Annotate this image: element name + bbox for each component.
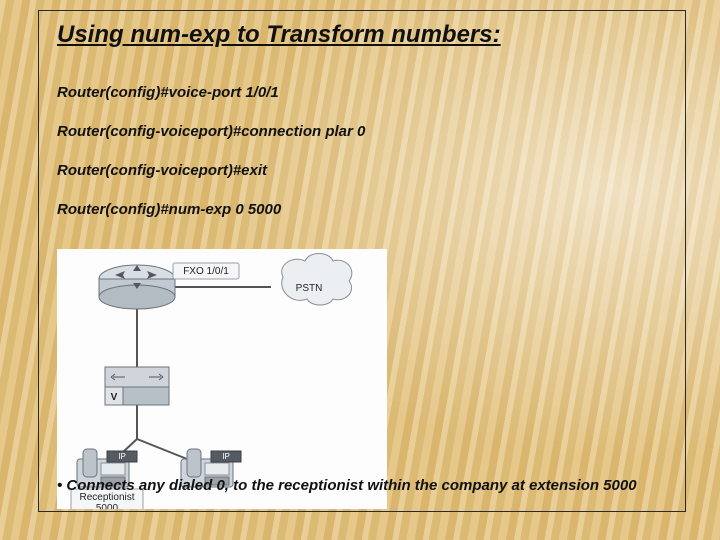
pstn-label: PSTN — [296, 283, 323, 294]
voice-switch-icon: V — [105, 367, 169, 405]
cli-line: Router(config-voiceport)#connection plar… — [57, 122, 667, 142]
router-icon — [99, 265, 175, 309]
cli-line: Router(config)#num-exp 0 5000 — [57, 200, 667, 220]
slide-title: Using num-exp to Transform numbers: — [57, 19, 667, 51]
ip-tag: IP — [222, 452, 230, 461]
receptionist-ext: 5000 — [96, 503, 119, 509]
ip-tag: IP — [118, 452, 126, 461]
cli-line: Router(config-voiceport)#exit — [57, 161, 667, 181]
cli-config-block: Router(config)#voice-port 1/0/1 Router(c… — [57, 63, 667, 239]
switch-v-label: V — [111, 392, 118, 403]
footnote-text: • Connects any dialed 0, to the receptio… — [57, 476, 667, 496]
slide: Using num-exp to Transform numbers: Rout… — [0, 0, 720, 540]
fxo-label: FXO 1/0/1 — [183, 266, 229, 277]
content-frame: Using num-exp to Transform numbers: Rout… — [38, 10, 686, 512]
network-diagram: FXO 1/0/1 PSTN V — [57, 249, 387, 509]
cli-line: Router(config)#voice-port 1/0/1 — [57, 83, 667, 103]
pstn-cloud-icon: PSTN — [282, 253, 352, 305]
fxo-label-box: FXO 1/0/1 — [173, 263, 239, 279]
